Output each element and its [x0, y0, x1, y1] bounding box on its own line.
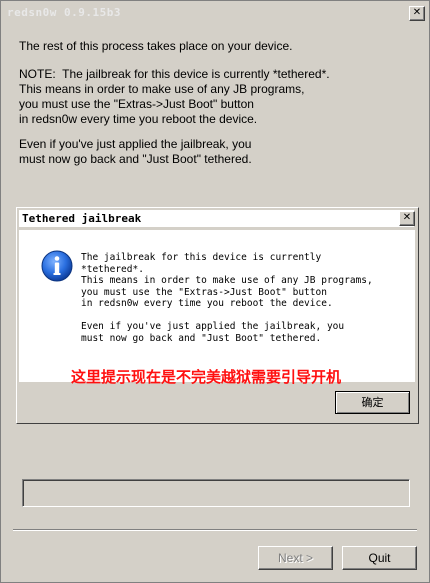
title-bar: redsn0w 0.9.15b3 ✕ — [3, 3, 427, 23]
dialog-body: The jailbreak for this device is current… — [19, 230, 415, 386]
process-info-text: The rest of this process takes place on … — [19, 39, 293, 53]
dialog-title: Tethered jailbreak — [22, 212, 142, 225]
next-button[interactable]: Next > — [258, 546, 333, 570]
just-boot-reminder-text: Even if you've just applied the jailbrea… — [19, 137, 252, 166]
dialog-close-icon[interactable]: ✕ — [399, 211, 415, 226]
footer-divider — [13, 529, 417, 531]
close-icon[interactable]: ✕ — [409, 6, 425, 21]
ok-button[interactable]: 确定 — [335, 391, 410, 414]
progress-bar — [22, 479, 410, 507]
quit-button[interactable]: Quit — [342, 546, 417, 570]
tethered-note-text: NOTE: The jailbreak for this device is c… — [19, 67, 330, 126]
dialog-message: The jailbreak for this device is current… — [81, 252, 373, 344]
info-icon — [41, 250, 73, 282]
dialog-title-bar: Tethered jailbreak ✕ — [19, 210, 415, 227]
redsn0w-window: redsn0w 0.9.15b3 ✕ The rest of this proc… — [0, 0, 430, 583]
window-title: redsn0w 0.9.15b3 — [7, 6, 121, 19]
chinese-annotation: 这里提示现在是不完美越狱需要引导开机 — [71, 368, 342, 386]
tethered-jailbreak-dialog: Tethered jailbreak ✕ The jailbreak for t… — [16, 207, 419, 424]
